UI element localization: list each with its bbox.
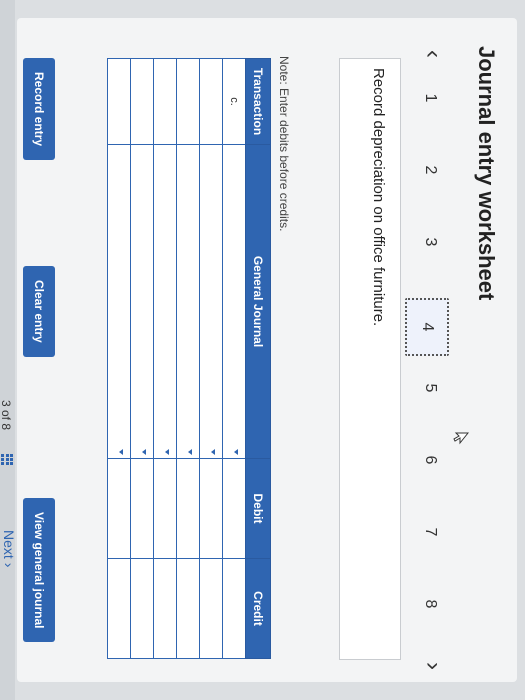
transaction-prompt: Record depreciation on office furniture. — [370, 68, 387, 327]
clear-entry-button[interactable]: Clear entry — [23, 266, 55, 357]
step-6[interactable]: 6 — [421, 446, 439, 474]
debit-input[interactable] — [199, 458, 223, 559]
table-row — [130, 58, 154, 659]
step-2[interactable]: 2 — [421, 156, 439, 184]
chevron-right-icon: › — [1, 562, 17, 568]
dropdown-caret-icon — [142, 449, 146, 455]
mouse-cursor-icon — [453, 432, 469, 445]
transaction-cell — [130, 58, 154, 145]
dropdown-caret-icon — [211, 449, 215, 455]
entry-stepper: ‹ 1 2 3 4 5 6 7 8 › — [405, 42, 455, 672]
transaction-cell — [107, 58, 131, 145]
credit-input[interactable] — [222, 558, 246, 659]
header-general-journal: General Journal — [245, 144, 271, 459]
credit-input[interactable] — [153, 558, 177, 659]
step-7[interactable]: 7 — [421, 518, 439, 546]
transaction-cell — [199, 58, 223, 145]
account-select[interactable] — [130, 144, 154, 459]
step-8[interactable]: 8 — [421, 590, 439, 618]
credit-input[interactable] — [176, 558, 200, 659]
account-select[interactable] — [176, 144, 200, 459]
credit-input[interactable] — [199, 558, 223, 659]
dropdown-caret-icon — [119, 449, 123, 455]
debit-input[interactable] — [153, 458, 177, 559]
page-indicator: 3 of 8 — [0, 400, 13, 431]
step-4-active[interactable]: 4 — [405, 298, 449, 356]
worksheet-panel: Journal entry worksheet ‹ 1 2 3 4 5 6 7 … — [17, 18, 517, 682]
debit-input[interactable] — [176, 458, 200, 559]
dropdown-caret-icon — [165, 449, 169, 455]
dropdown-caret-icon — [188, 449, 192, 455]
credit-input[interactable] — [130, 558, 154, 659]
step-5[interactable]: 5 — [421, 374, 439, 402]
dropdown-caret-icon — [234, 449, 238, 455]
journal-table: Transaction General Journal Debit Credit… — [107, 58, 271, 659]
next-arrow-icon[interactable]: › — [419, 662, 447, 670]
next-button[interactable]: Next › — [1, 530, 17, 567]
table-row: c. — [222, 58, 246, 659]
step-1[interactable]: 1 — [421, 84, 439, 112]
debit-input[interactable] — [222, 458, 246, 559]
table-row — [176, 58, 200, 659]
table-row — [199, 58, 223, 659]
debit-credit-note: Note: Enter debits before credits. — [277, 56, 291, 232]
credit-input[interactable] — [107, 558, 131, 659]
view-general-journal-button[interactable]: View general journal — [23, 498, 55, 643]
header-debit: Debit — [245, 458, 271, 559]
table-row — [107, 58, 131, 659]
account-select[interactable] — [199, 144, 223, 459]
step-3[interactable]: 3 — [421, 228, 439, 256]
previous-arrow-icon[interactable]: ‹ — [419, 50, 447, 58]
transaction-cell — [176, 58, 200, 145]
grid-icon[interactable] — [1, 454, 13, 466]
table-row — [153, 58, 177, 659]
worksheet-title: Journal entry worksheet — [474, 46, 499, 301]
record-entry-button[interactable]: Record entry — [23, 58, 55, 161]
transaction-cell: c. — [222, 58, 246, 145]
screen: Journal entry worksheet ‹ 1 2 3 4 5 6 7 … — [0, 0, 525, 700]
header-transaction: Transaction — [245, 58, 271, 145]
next-label: Next — [1, 530, 17, 559]
debit-input[interactable] — [107, 458, 131, 559]
header-credit: Credit — [245, 558, 271, 659]
debit-input[interactable] — [130, 458, 154, 559]
account-select[interactable] — [222, 144, 246, 459]
account-select[interactable] — [107, 144, 131, 459]
bottom-nav-bar — [0, 0, 15, 700]
account-select[interactable] — [153, 144, 177, 459]
transaction-cell — [153, 58, 177, 145]
